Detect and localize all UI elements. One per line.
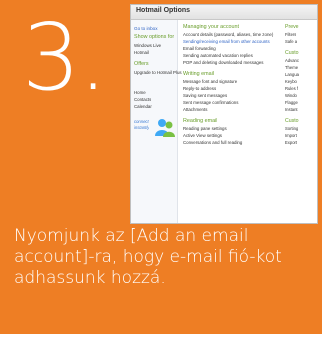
nav-item-windows-live[interactable]: Windows Live: [134, 43, 161, 48]
option-conversations[interactable]: Conversations and full reading: [183, 140, 281, 145]
step-number: 3.: [22, 4, 108, 111]
option-saving-sent[interactable]: Saving sent messages: [183, 93, 281, 98]
option-vacation-replies[interactable]: Sending automated vacation replies: [183, 53, 281, 58]
window-title: Hotmail Options: [136, 7, 191, 14]
option-rules[interactable]: Rules f: [285, 86, 298, 91]
window-titlebar: Hotmail Options: [131, 5, 317, 20]
option-sent-confirmations[interactable]: Sent message confirmations: [183, 100, 281, 105]
instantly-text: instantly: [134, 125, 150, 130]
hotmail-options-screenshot: Hotmail Options Go to inbox Show options…: [130, 4, 318, 224]
option-themes[interactable]: Theme: [285, 65, 298, 70]
option-windows[interactable]: Windo: [285, 93, 297, 98]
option-instant[interactable]: Instant: [285, 107, 298, 112]
options-column-right: Preve Filters Safe a Custo Advanc Theme …: [285, 20, 317, 223]
nav-item-contacts[interactable]: Contacts: [134, 97, 151, 102]
section-title-writing-email: Writing email: [183, 71, 215, 77]
upgrade-link[interactable]: Upgrade to Hotmail Plus: [134, 70, 182, 75]
left-navigation: Go to inbox Show options for Windows Liv…: [131, 20, 182, 223]
options-column-main: Managing your account Account details (p…: [180, 20, 280, 223]
section-title-customizing-2: Custo: [285, 118, 299, 124]
offers-heading: Offers: [134, 61, 149, 67]
option-pop-deleting[interactable]: POP and deleting downloaded messages: [183, 60, 281, 65]
section-title-managing-account: Managing your account: [183, 24, 240, 30]
option-filters[interactable]: Filters: [285, 32, 296, 37]
section-title-customizing: Custo: [285, 50, 299, 56]
messenger-connect-badge[interactable]: connect instantly: [134, 116, 175, 138]
option-active-view[interactable]: Active View settings: [183, 133, 281, 138]
option-sorting[interactable]: Sorting: [285, 126, 298, 131]
option-advanced[interactable]: Advanc: [285, 58, 299, 63]
nav-item-hotmail[interactable]: Hotmail: [134, 50, 149, 55]
show-options-heading: Show options for: [134, 34, 175, 40]
option-attachments[interactable]: Attachments: [183, 107, 281, 112]
messenger-buddies-icon: [155, 119, 175, 137]
option-sending-receiving[interactable]: Sending/receiving email from other accou…: [183, 39, 281, 44]
option-safe[interactable]: Safe a: [285, 39, 297, 44]
go-to-inbox-link[interactable]: Go to inbox: [134, 26, 158, 31]
nav-item-home[interactable]: Home: [134, 90, 146, 95]
option-flagged[interactable]: Flagge: [285, 100, 298, 105]
option-export[interactable]: Export: [285, 140, 297, 145]
options-body: Go to inbox Show options for Windows Liv…: [131, 20, 317, 223]
option-account-details[interactable]: Account details (password, aliases, time…: [183, 32, 281, 37]
option-email-forwarding[interactable]: Email forwarding: [183, 46, 281, 51]
nav-item-calendar[interactable]: Calendar: [134, 104, 152, 109]
option-message-font[interactable]: Message font and signature: [183, 79, 281, 84]
option-keyboard[interactable]: Keybo: [285, 79, 297, 84]
step-caption: Nyomjunk az [Add an email account]-ra, h…: [14, 226, 282, 288]
connect-text: connect: [134, 119, 149, 124]
option-language[interactable]: Langua: [285, 72, 299, 77]
section-title-preventing: Preve: [285, 24, 299, 30]
option-import[interactable]: Import: [285, 133, 297, 138]
tutorial-step-card: 3. Hotmail Options Go to inbox Show opti…: [0, 0, 322, 334]
option-reading-pane[interactable]: Reading pane settings: [183, 126, 281, 131]
section-title-reading-email: Reading email: [183, 118, 218, 124]
option-reply-to[interactable]: Reply-to address: [183, 86, 281, 91]
